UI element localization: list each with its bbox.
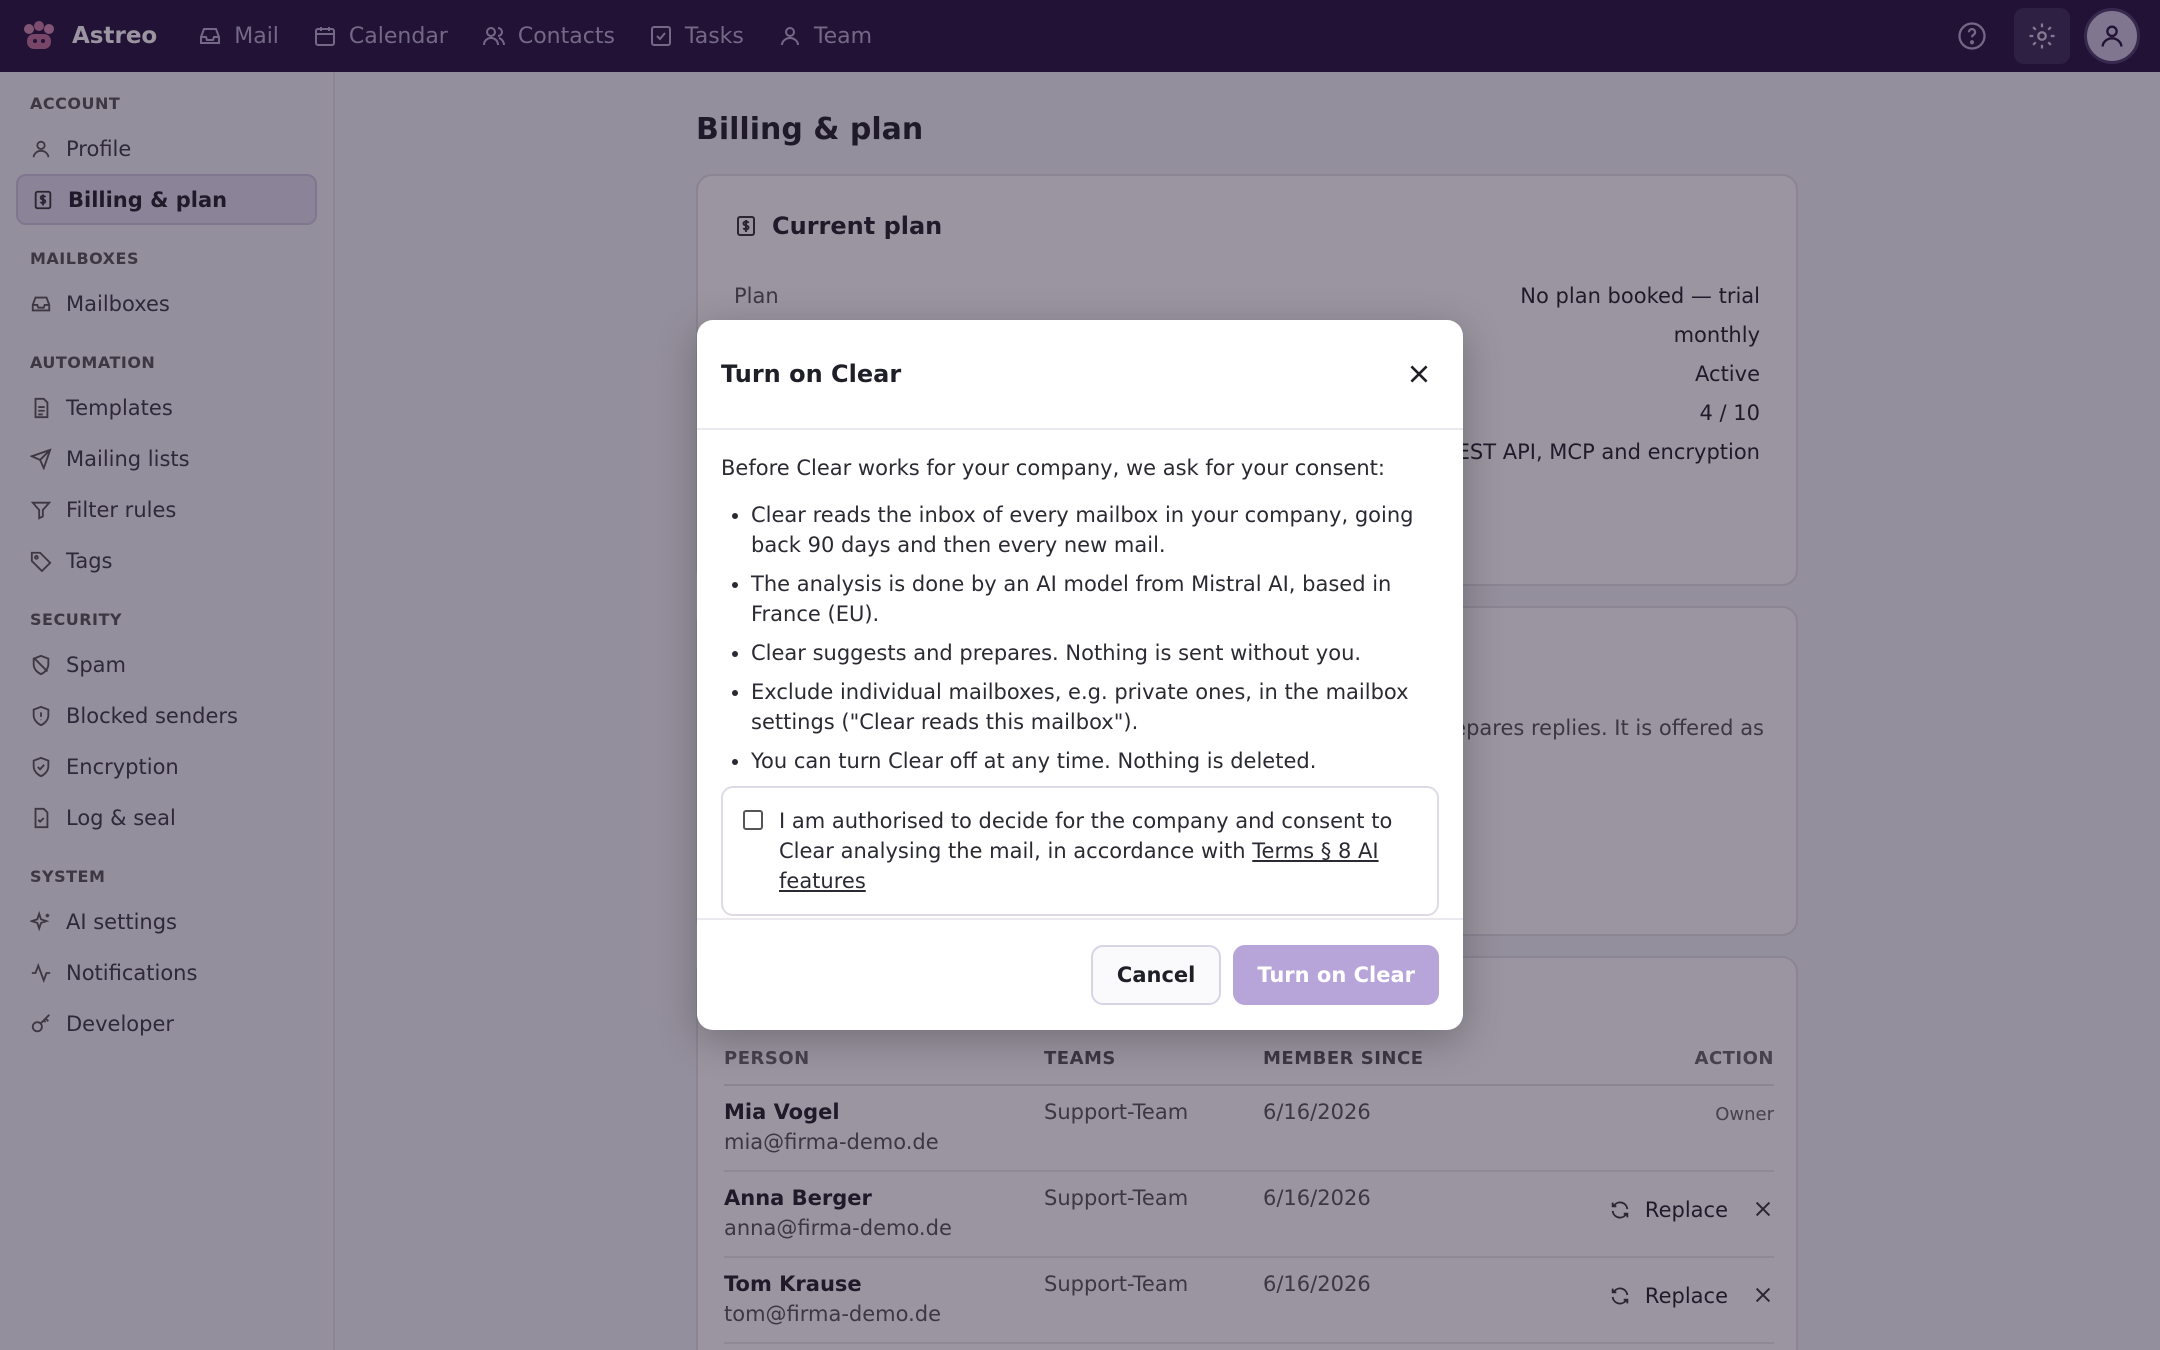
consent-checkbox[interactable] [743,810,763,830]
cancel-button[interactable]: Cancel [1090,945,1222,1005]
consent-point: Exclude individual mailboxes, e.g. priva… [751,677,1439,737]
consent-point: The analysis is done by an AI model from… [751,569,1439,629]
turn-on-clear-dialog: Turn on Clear Before Clear works for you… [697,320,1463,1030]
consent-point: Clear suggests and prepares. Nothing is … [751,638,1439,668]
turn-on-clear-button[interactable]: Turn on Clear [1233,945,1439,1005]
dialog-title: Turn on Clear [721,360,902,388]
consent-point: You can turn Clear off at any time. Noth… [751,746,1439,776]
dialog-intro: Before Clear works for your company, we … [721,456,1385,480]
consent-label: I am authorised to decide for the compan… [779,806,1417,896]
consent-box: I am authorised to decide for the compan… [721,786,1439,916]
close-dialog-button[interactable] [1399,354,1439,394]
close-icon [1410,365,1428,383]
consent-point: Clear reads the inbox of every mailbox i… [751,500,1439,560]
consent-points: Clear reads the inbox of every mailbox i… [721,500,1439,776]
